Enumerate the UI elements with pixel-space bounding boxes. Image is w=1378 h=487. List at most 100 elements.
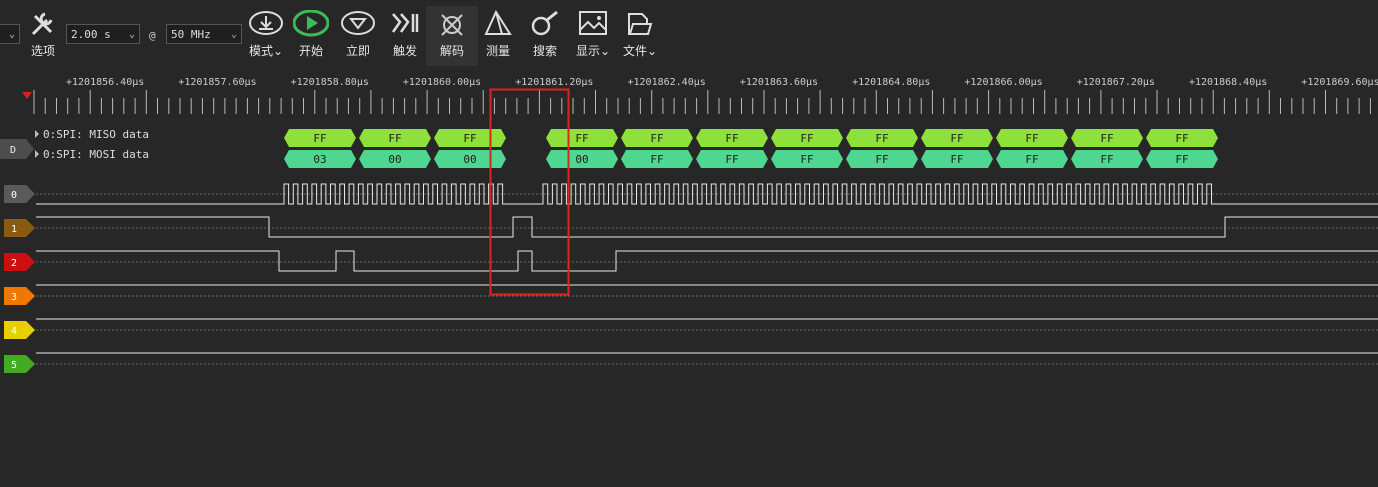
miso-expand-icon [35, 130, 39, 138]
mosi-packet[interactable]: FF [846, 150, 918, 168]
mosi-packet-value: FF [725, 153, 738, 166]
decoder-tag-shape [0, 139, 34, 159]
channel-4-tag[interactable] [4, 321, 35, 339]
miso-packet[interactable]: FF [921, 129, 993, 147]
mosi-packet-value: FF [1175, 153, 1188, 166]
channel-2-id: 2 [11, 258, 17, 269]
ruler-tick-label: +1201860.00μs [403, 77, 481, 88]
miso-packet[interactable]: FF [1146, 129, 1218, 147]
search-label: 搜索 [532, 44, 557, 58]
time-ruler[interactable]: +1201856.40μs +1201857.60μs +1201858.80μs +… [33, 77, 1378, 114]
options-button[interactable]: 选项 [17, 6, 69, 66]
channel-rows: 0 1 2 3 4 5 [4, 183, 1378, 373]
miso-packet[interactable]: FF [621, 129, 693, 147]
measure-icon [484, 10, 512, 35]
channel-2-row[interactable]: 2 [4, 253, 1378, 271]
ruler-tick-label: +1201869.60μs [1301, 77, 1378, 88]
mosi-packet[interactable]: FF [696, 150, 768, 168]
mosi-packet-value: FF [950, 153, 963, 166]
play-icon [293, 10, 329, 37]
download-icon [249, 11, 283, 35]
channel-1-id: 1 [11, 224, 17, 235]
start-button[interactable]: 开始 [285, 6, 337, 66]
channel-5-row[interactable]: 5 [4, 355, 1378, 373]
mosi-packet[interactable]: 00 [359, 150, 431, 168]
spi-decoder-rows: D 0:SPI: MISO data 0:SPI: MOSI data FF 03… [0, 128, 1218, 168]
miso-packet-value: FF [463, 132, 476, 145]
miso-packet[interactable]: FF [846, 129, 918, 147]
ruler-tick-label: +1201857.60μs [178, 77, 256, 88]
immediate-label: 立即 [345, 44, 370, 58]
options-label: 选项 [30, 44, 55, 58]
channel-0-tag[interactable] [4, 185, 35, 203]
decode-label: 解码 [439, 44, 464, 58]
mosi-packet-value: FF [1100, 153, 1113, 166]
mosi-packet[interactable]: FF [921, 150, 993, 168]
measure-button[interactable]: 测量 [472, 6, 524, 66]
miso-packet[interactable]: FF [771, 129, 843, 147]
decode-icon [441, 14, 463, 36]
miso-packet[interactable]: FF [546, 129, 618, 147]
miso-packet-value: FF [725, 132, 738, 145]
immediate-button[interactable]: 立即 [332, 6, 384, 66]
mosi-packet[interactable]: 00 [546, 150, 618, 168]
channel-5-id: 5 [11, 360, 17, 371]
trigger-icon [391, 13, 419, 33]
measure-label: 测量 [485, 44, 510, 58]
trigger-marker-icon [22, 92, 32, 99]
rate-value: 50 MHz [171, 28, 211, 41]
mosi-packet-value: 00 [463, 153, 476, 166]
mosi-packet-value: 00 [575, 153, 588, 166]
miso-packet-value: FF [313, 132, 326, 145]
mosi-packet-value: 03 [313, 153, 326, 166]
ruler-tick-label: +1201862.40μs [628, 77, 706, 88]
file-button[interactable]: 文件⌄ [614, 6, 666, 66]
miso-packet[interactable]: FF [696, 129, 768, 147]
miso-packet-value: FF [650, 132, 663, 145]
decoder-tag-text: D [10, 145, 16, 156]
channel-3-row[interactable]: 3 [4, 287, 1378, 305]
mosi-packet-value: FF [875, 153, 888, 166]
mosi-packet[interactable]: 00 [434, 150, 506, 168]
ruler-tick-label: +1201863.60μs [740, 77, 818, 88]
channel-4-id: 4 [11, 326, 17, 337]
mosi-packet[interactable]: FF [621, 150, 693, 168]
rate-select[interactable]: 50 MHz ⌄ [166, 24, 242, 44]
miso-packet[interactable]: FF [434, 129, 506, 147]
miso-packet[interactable]: FF [996, 129, 1068, 147]
mosi-packet-value: FF [650, 153, 663, 166]
miso-packet-value: FF [1175, 132, 1188, 145]
duration-select[interactable]: 2.00 s ⌄ [66, 24, 140, 44]
mosi-packet[interactable]: FF [771, 150, 843, 168]
trigger-button[interactable]: 触发 [379, 6, 431, 66]
channel-1-row[interactable]: 1 [4, 219, 1378, 237]
miso-packet[interactable]: FF [359, 129, 431, 147]
ruler-tick-label: +1201861.20μs [515, 77, 593, 88]
channel-0-id: 0 [11, 190, 17, 201]
mosi-packet[interactable]: FF [1071, 150, 1143, 168]
start-label: 开始 [298, 44, 323, 58]
duration-value: 2.00 s [71, 28, 111, 41]
decode-button[interactable]: 解码 [426, 6, 478, 66]
channel-5-tag[interactable] [4, 355, 35, 373]
channel-0-row[interactable]: 0 [4, 185, 1378, 203]
channel-4-row[interactable]: 4 [4, 321, 1378, 339]
miso-packet-value: FF [950, 132, 963, 145]
mosi-packet[interactable]: 03 [284, 150, 356, 168]
channel-2-tag[interactable] [4, 253, 35, 271]
ruler-tick-label: +1201856.40μs [66, 77, 144, 88]
channel-3-id: 3 [11, 292, 17, 303]
search-button[interactable]: 搜索 [519, 6, 571, 66]
mosi-packet[interactable]: FF [996, 150, 1068, 168]
miso-packet[interactable]: FF [1071, 129, 1143, 147]
channel-3-tag[interactable] [4, 287, 35, 305]
display-label: 显示⌄ [575, 44, 611, 58]
channel-1-tag[interactable] [4, 219, 35, 237]
miso-packet-value: FF [1025, 132, 1038, 145]
waveform-area[interactable]: +1201856.40μs +1201857.60μs +1201858.80μs +… [0, 70, 1378, 487]
display-button[interactable]: 显示⌄ [567, 6, 619, 66]
mosi-packet[interactable]: FF [1146, 150, 1218, 168]
channel-2-trace [36, 250, 1378, 272]
miso-packet[interactable]: FF [284, 129, 356, 147]
ruler-tick-label: +1201858.80μs [291, 77, 369, 88]
